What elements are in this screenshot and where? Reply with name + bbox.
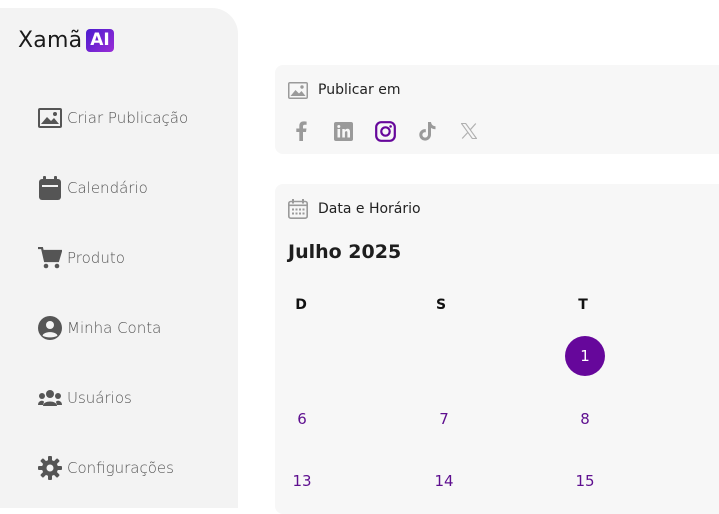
calendar-icon (288, 199, 308, 219)
gear-icon (38, 456, 62, 480)
publish-card: Publicar em (275, 65, 719, 154)
calendar-icon (38, 176, 62, 200)
schedule-card: Data e Horário Julho 2025 D S T 1 6 7 8 … (275, 184, 719, 514)
schedule-card-header: Data e Horário (288, 199, 421, 219)
weekday-header: D (295, 297, 307, 313)
sidebar-item-label: Usuários (67, 389, 132, 407)
calendar-day[interactable]: 13 (282, 461, 322, 501)
weekday-header: S (435, 297, 447, 313)
sidebar-item-configuracoes[interactable]: Configurações (38, 456, 174, 480)
sidebar-item-label: Produto (67, 249, 125, 267)
sidebar-item-criar-publicacao[interactable]: Criar Publicação (38, 106, 188, 130)
calendar-day-selected[interactable]: 1 (565, 336, 605, 376)
image-icon (288, 80, 308, 100)
sidebar-item-produto[interactable]: Produto (38, 246, 125, 270)
sidebar-item-usuarios[interactable]: Usuários (38, 386, 132, 410)
calendar-day[interactable]: 14 (424, 461, 464, 501)
account-icon (38, 316, 62, 340)
x-icon[interactable] (458, 120, 480, 142)
users-icon (38, 386, 62, 410)
publish-card-title: Publicar em (318, 82, 401, 98)
sidebar-item-label: Configurações (67, 459, 174, 477)
tiktok-icon[interactable] (416, 120, 438, 142)
sidebar-item-calendario[interactable]: Calendário (38, 176, 148, 200)
social-platform-list (290, 120, 500, 142)
sidebar-item-label: Calendário (67, 179, 148, 197)
publish-card-header: Publicar em (288, 80, 400, 100)
linkedin-icon[interactable] (332, 120, 354, 142)
cart-icon (38, 246, 62, 270)
schedule-card-title: Data e Horário (318, 201, 421, 217)
sidebar: Xamã AI Criar Publicação Calendário Prod… (0, 8, 238, 508)
facebook-icon[interactable] (290, 120, 312, 142)
sidebar-item-minha-conta[interactable]: Minha Conta (38, 316, 161, 340)
weekday-header: T (578, 297, 588, 313)
calendar-day[interactable]: 15 (565, 461, 605, 501)
calendar-day[interactable]: 8 (565, 399, 605, 439)
logo-badge: AI (86, 29, 114, 52)
calendar-month-title: Julho 2025 (288, 241, 402, 263)
image-icon (38, 106, 62, 130)
sidebar-item-label: Criar Publicação (67, 109, 189, 127)
calendar-day[interactable]: 7 (424, 399, 464, 439)
app-logo[interactable]: Xamã AI (18, 28, 114, 53)
calendar-day[interactable]: 6 (282, 399, 322, 439)
sidebar-item-label: Minha Conta (67, 319, 162, 337)
logo-text: Xamã (18, 28, 83, 53)
instagram-icon[interactable] (374, 120, 396, 142)
